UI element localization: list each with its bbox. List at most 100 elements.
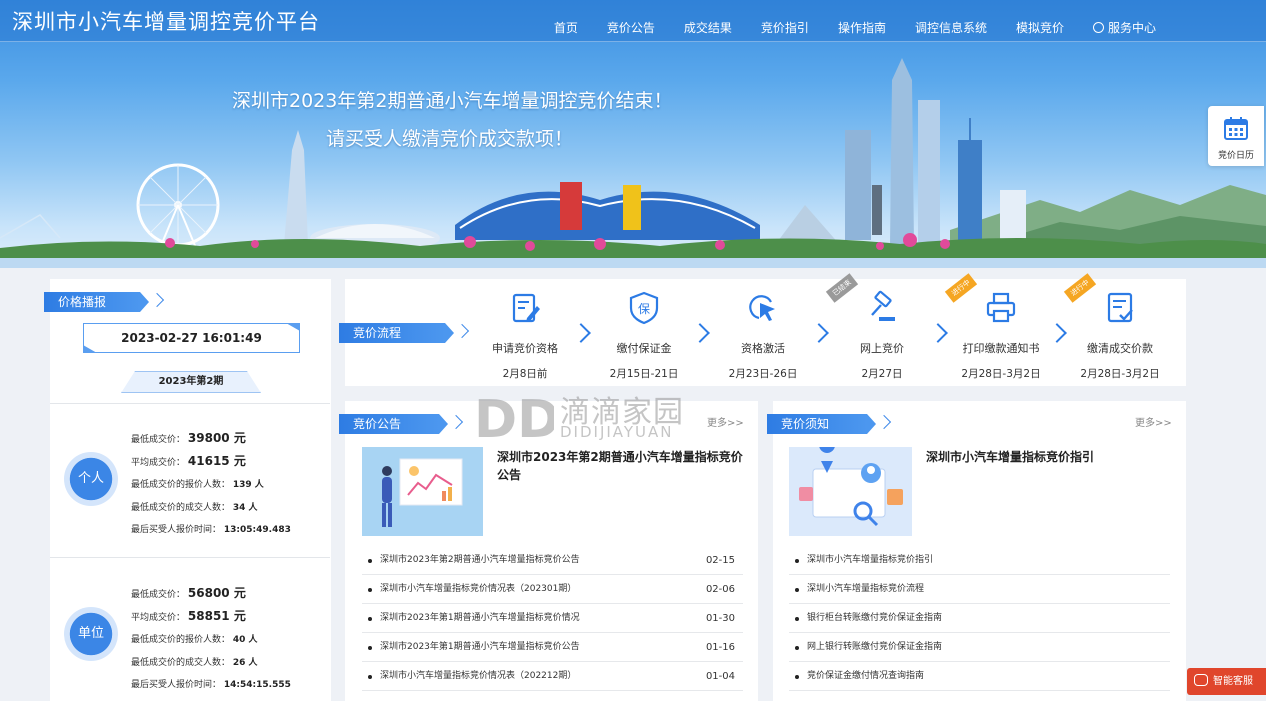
nav-control-system[interactable]: 调控信息系统 [915, 0, 987, 42]
site-logo-title[interactable]: 深圳市小汽车增量调控竞价平台 [12, 6, 320, 36]
banner-headline: 深圳市2023年第2期普通小汽车增量调控竞价结束！ [232, 90, 673, 112]
stat-last-time: 最后买受人报价时间： 14:54:15.555 [131, 677, 291, 690]
list-item[interactable]: 银行柜台转账缴付竞价保证金指南 [789, 604, 1170, 633]
step-name: 缴清成交价款 [1087, 342, 1153, 355]
bid-process-title: 竞价流程 [353, 326, 402, 340]
period-label: 2023年第2期 [121, 371, 261, 393]
watermark-mark: DD [474, 390, 554, 445]
list-item-date: 02-06 [705, 584, 735, 595]
stat-min-price-value: 56800 元 [187, 586, 246, 600]
nav-service-center-label: 服务中心 [1107, 21, 1156, 35]
process-step-online-bid[interactable]: 网上竞价 2月27日 [832, 290, 932, 381]
user-circle-icon [1092, 22, 1104, 33]
stat-avg-price-label: 平均成交价： [131, 613, 186, 623]
step-date: 2月8日前 [502, 368, 548, 380]
smart-service-label: 智能客服 [1213, 676, 1253, 687]
list-item-date: 02-15 [705, 555, 735, 566]
announcement-feature-title[interactable]: 深圳市2023年第2期普通小汽车增量指标竞价公告 [497, 448, 745, 484]
watermark: DD 滴滴家园 DIDIJIAYUAN [474, 385, 683, 450]
guide-illustration[interactable] [789, 447, 912, 536]
list-item[interactable]: 深圳市小汽车增量指标竞价情况表（202212期） 01-04 [362, 662, 743, 691]
list-item-text: 深圳市2023年第1期普通小汽车增量指标竞价公告 [380, 642, 580, 652]
bid-announcements-title: 竞价公告 [353, 417, 402, 431]
chat-bubble-icon [1194, 674, 1208, 686]
watermark-logo: DD [474, 390, 560, 450]
list-item[interactable]: 网上银行转账缴付竞价保证金指南 [789, 633, 1170, 662]
nav-bid-guide[interactable]: 竞价指引 [761, 0, 809, 42]
list-item-text: 深圳市小汽车增量指标竞价情况表（202212期） [380, 671, 577, 681]
stat-min-price-value: 39800 元 [187, 431, 246, 445]
announcement-list: 深圳市2023年第2期普通小汽车增量指标竞价公告 02-15 深圳市小汽车增量指标… [362, 546, 743, 691]
stat-avg-price-value: 41615 元 [187, 454, 246, 468]
announcements-more-link[interactable]: 更多>> [707, 414, 744, 429]
stat-deals: 最低成交价的成交人数： 34 人 [131, 500, 258, 513]
nav-operation-guide[interactable]: 操作指南 [838, 0, 886, 42]
broadcast-datetime: 2023-02-27 16:01:49 [83, 323, 300, 353]
stat-bidders-value: 40 人 [232, 635, 258, 645]
stat-min-price: 最低成交价： 56800 元 [131, 584, 246, 601]
step-name: 资格激活 [741, 342, 785, 355]
step-name: 缴付保证金 [616, 342, 672, 355]
list-item[interactable]: 深圳市2023年第2期普通小汽车增量指标竞价公告 02-15 [362, 546, 743, 575]
process-step-pay-balance[interactable]: 缴清成交价款 2月28日-3月2日 [1070, 290, 1170, 381]
stat-bidders-label: 最低成交价的报价人数： [131, 480, 231, 490]
process-step-deposit[interactable]: 保 缴付保证金 2月15日-21日 [594, 290, 694, 381]
nav-service-center[interactable]: 服务中心 [1092, 0, 1156, 42]
nav-home[interactable]: 首页 [554, 0, 578, 42]
banner-subline: 请买受人缴清竞价成交款项！ [326, 128, 574, 150]
auction-gavel-icon [871, 290, 895, 321]
list-item-date: 01-16 [705, 642, 735, 653]
step-name: 网上竞价 [860, 342, 904, 355]
stat-deals-value: 34 人 [232, 503, 258, 513]
stat-last-time-value: 14:54:15.555 [223, 680, 291, 690]
process-step-activate[interactable]: 资格激活 2月23日-26日 [713, 290, 813, 381]
stat-avg-price: 平均成交价： 58851 元 [131, 607, 246, 624]
stat-deals-label: 最低成交价的成交人数： [131, 503, 231, 513]
bid-calendar-button[interactable]: 竞价日历 [1208, 106, 1264, 166]
stat-last-time-value: 13:05:49.483 [223, 525, 291, 535]
step-name: 申请竞价资格 [492, 342, 558, 355]
guide-feature-title[interactable]: 深圳市小汽车增量指标竞价指引 [926, 448, 1172, 466]
step-date: 2月23日-26日 [728, 368, 798, 380]
process-step-apply[interactable]: 申请竞价资格 2月8日前 [475, 290, 575, 381]
bid-calendar-label: 竞价日历 [1217, 151, 1254, 161]
list-item[interactable]: 竞价保证金缴付情况查询指南 [789, 662, 1170, 691]
smart-service-button[interactable]: 智能客服 [1187, 668, 1266, 695]
bid-process-ribbon: 竞价流程 [339, 323, 470, 343]
checklist-icon [1107, 292, 1133, 323]
notices-more-link[interactable]: 更多>> [1135, 414, 1172, 429]
organization-badge: 单位 [64, 607, 118, 661]
cursor-click-icon [749, 295, 775, 321]
list-item[interactable]: 深圳小汽车增量指标竞价流程 [789, 575, 1170, 604]
printer-icon [986, 292, 1016, 323]
stat-last-time-label: 最后买受人报价时间： [131, 525, 222, 535]
list-item-date: 01-30 [705, 613, 735, 624]
nav-results[interactable]: 成交结果 [684, 0, 732, 42]
calendar-icon [1224, 117, 1248, 140]
divider [50, 403, 330, 404]
stat-bidders-label: 最低成交价的报价人数： [131, 635, 231, 645]
stat-min-price-label: 最低成交价： [131, 590, 186, 600]
main-nav: 首页 竞价公告 成交结果 竞价指引 操作指南 调控信息系统 模拟竞价 服务中心 [525, 0, 1156, 42]
list-item[interactable]: 深圳市小汽车增量指标竞价指引 [789, 546, 1170, 575]
nav-bid-announcements[interactable]: 竞价公告 [607, 0, 655, 42]
stat-avg-price: 平均成交价： 41615 元 [131, 452, 246, 469]
hero-banner: 深圳市小汽车增量调控竞价平台 首页 竞价公告 成交结果 竞价指引 操作指南 调控… [0, 0, 1266, 268]
list-item[interactable]: 深圳市2023年第1期普通小汽车增量指标竞价公告 01-16 [362, 633, 743, 662]
stat-bidders: 最低成交价的报价人数： 40 人 [131, 632, 258, 645]
process-step-print-notice[interactable]: 打印缴款通知书 2月28日-3月2日 [951, 290, 1051, 381]
announcement-illustration[interactable] [362, 447, 483, 536]
bid-announcements-ribbon: 竞价公告 [339, 414, 464, 434]
price-broadcast-title: 价格播报 [58, 295, 107, 309]
stat-deals-label: 最低成交价的成交人数： [131, 658, 231, 668]
watermark-en: DIDIJIAYUAN [560, 423, 674, 441]
nav-mock-bidding[interactable]: 模拟竞价 [1016, 0, 1064, 42]
edit-document-icon [512, 293, 540, 323]
list-item[interactable]: 深圳市小汽车增量指标竞价情况表（202301期） 02-06 [362, 575, 743, 604]
stat-min-price: 最低成交价： 39800 元 [131, 429, 246, 446]
list-item[interactable]: 深圳市2023年第1期普通小汽车增量指标竞价情况 01-30 [362, 604, 743, 633]
svg-text:保: 保 [638, 302, 650, 316]
stat-avg-price-label: 平均成交价： [131, 458, 186, 468]
step-date: 2月28日-3月2日 [961, 368, 1041, 380]
list-item-date: 01-04 [705, 671, 735, 682]
